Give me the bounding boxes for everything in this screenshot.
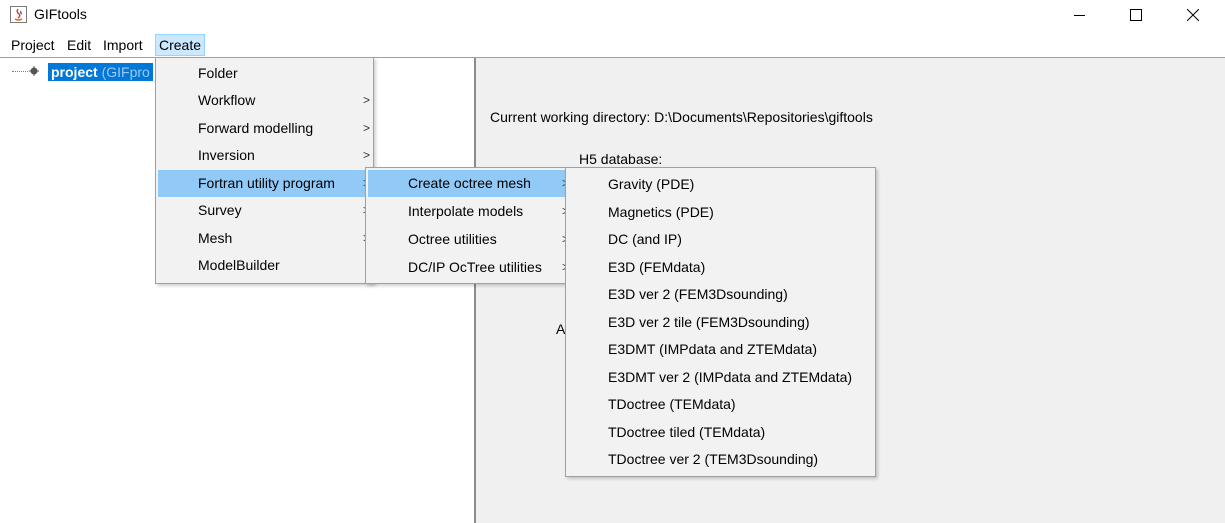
working-directory-label: Current working directory: D:\Documents\… — [490, 109, 873, 125]
menu-item-label: E3D (FEMdata) — [608, 259, 706, 275]
menu-edit[interactable]: Edit — [64, 35, 94, 55]
menu-item-label: Fortran utility program — [198, 175, 335, 191]
menu-bar: Project Edit Import Create — [0, 34, 1225, 56]
java-app-icon — [10, 6, 27, 23]
window-title: GIFtools — [34, 6, 87, 22]
menu-item-label: Gravity (PDE) — [608, 176, 695, 192]
minimize-icon — [1074, 15, 1085, 16]
menu-item-label: E3D ver 2 (FEM3Dsounding) — [608, 286, 788, 302]
submenu-arrow-icon: > — [363, 121, 371, 135]
menu-item-workflow[interactable]: Workflow > — [158, 87, 371, 114]
maximize-icon — [1130, 9, 1142, 21]
menu-import[interactable]: Import — [100, 35, 146, 55]
menu-item-inversion[interactable]: Inversion > — [158, 142, 371, 169]
tree-item-project-label: project — [51, 64, 98, 80]
tree-node-icon — [29, 66, 39, 76]
menu-item-label: DC/IP OcTree utilities — [408, 259, 542, 275]
menu-item-folder[interactable]: Folder — [158, 60, 371, 87]
menu-item-label: Forward modelling — [198, 120, 314, 136]
minimize-button[interactable] — [1052, 0, 1108, 30]
menu-create[interactable]: Create — [155, 34, 206, 56]
menu-item-label: Workflow — [198, 92, 256, 108]
menu-item-label: Inversion — [198, 147, 255, 163]
tree-item-project[interactable]: project (GIFpro — [48, 63, 153, 81]
menu-item-tdoctree-tiled[interactable]: TDoctree tiled (TEMdata) — [568, 419, 873, 446]
menu-item-octree-utilities[interactable]: Octree utilities> — [368, 226, 569, 253]
tree-connector — [12, 71, 28, 72]
menu-item-label: Interpolate models — [408, 203, 524, 219]
menu-item-e3d-ver2-tile[interactable]: E3D ver 2 tile (FEM3Dsounding) — [568, 309, 873, 336]
menu-item-e3d-ver2[interactable]: E3D ver 2 (FEM3Dsounding) — [568, 281, 873, 308]
close-icon — [1187, 9, 1199, 21]
menu-item-label: Octree utilities — [408, 231, 497, 247]
create-menu: Folder Workflow > Forward modelling > Inve… — [155, 57, 374, 284]
menu-project[interactable]: Project — [8, 35, 58, 55]
submenu-arrow-icon: > — [363, 93, 371, 107]
menu-item-label: ModelBuilder — [198, 257, 280, 273]
menu-item-label: E3DMT (IMPdata and ZTEMdata) — [608, 341, 818, 357]
menu-item-modelbuilder[interactable]: ModelBuilder — [158, 252, 371, 279]
menu-item-dc-and-ip[interactable]: DC (and IP) — [568, 226, 873, 253]
menu-item-label: Magnetics (PDE) — [608, 204, 714, 220]
menu-item-label: TDoctree (TEMdata) — [608, 396, 736, 412]
menu-item-label: DC (and IP) — [608, 231, 682, 247]
menu-item-label: Mesh — [198, 230, 233, 246]
fortran-utility-submenu: Create octree mesh> Interpolate models> … — [365, 167, 570, 284]
menu-item-label: Create octree mesh — [408, 175, 531, 191]
menu-item-e3dmt-ver2[interactable]: E3DMT ver 2 (IMPdata and ZTEMdata) — [568, 364, 873, 391]
menu-item-interpolate-models[interactable]: Interpolate models> — [368, 198, 569, 225]
partial-label: A — [556, 321, 566, 337]
menu-item-forward-modelling[interactable]: Forward modelling > — [158, 115, 371, 142]
menu-item-label: TDoctree ver 2 (TEM3Dsounding) — [608, 451, 819, 467]
menu-item-tdoctree[interactable]: TDoctree (TEMdata) — [568, 391, 873, 418]
menu-item-label: E3D ver 2 tile (FEM3Dsounding) — [608, 314, 810, 330]
menu-item-tdoctree-ver2[interactable]: TDoctree ver 2 (TEM3Dsounding) — [568, 446, 873, 473]
menu-item-survey[interactable]: Survey> — [158, 197, 371, 224]
menu-item-gravity-pde[interactable]: Gravity (PDE) — [568, 171, 873, 198]
menu-item-label: E3DMT ver 2 (IMPdata and ZTEMdata) — [608, 369, 853, 385]
create-octree-mesh-submenu: Gravity (PDE) Magnetics (PDE) DC (and IP… — [565, 167, 876, 477]
menu-item-fortran-utility-program[interactable]: Fortran utility program> — [158, 170, 371, 197]
menu-item-e3d-femdata[interactable]: E3D (FEMdata) — [568, 254, 873, 281]
menu-item-label: Folder — [198, 65, 238, 81]
tree-item-project-suffix: (GIFpro — [101, 64, 150, 80]
menu-item-dcip-octree-utilities[interactable]: DC/IP OcTree utilities> — [368, 254, 569, 281]
maximize-button[interactable] — [1108, 0, 1164, 30]
menu-item-label: TDoctree tiled (TEMdata) — [608, 424, 766, 440]
menu-item-e3dmt[interactable]: E3DMT (IMPdata and ZTEMdata) — [568, 336, 873, 363]
menu-item-magnetics-pde[interactable]: Magnetics (PDE) — [568, 199, 873, 226]
h5-database-label: H5 database: — [579, 151, 663, 167]
menu-item-label: Survey — [198, 202, 242, 218]
menu-item-mesh[interactable]: Mesh> — [158, 225, 371, 252]
close-button[interactable] — [1165, 0, 1221, 30]
menu-item-create-octree-mesh[interactable]: Create octree mesh> — [368, 170, 569, 197]
title-bar: GIFtools — [0, 0, 1225, 30]
submenu-arrow-icon: > — [363, 148, 371, 162]
